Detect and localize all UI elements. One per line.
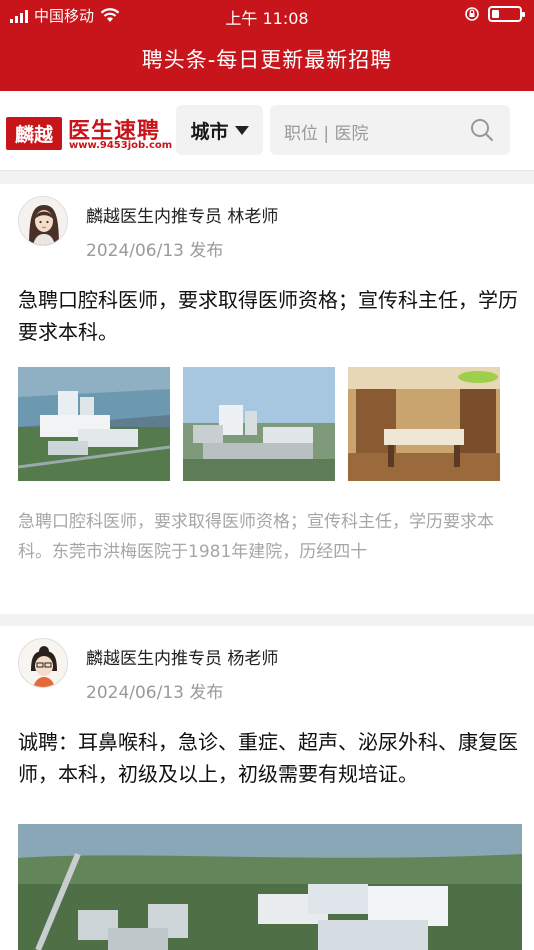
avatar[interactable] xyxy=(18,196,68,246)
logo-url: www.9453job.com xyxy=(69,140,173,151)
post-date: 2024/06/13 发布 xyxy=(86,241,224,261)
post-author: 麟越医生内推专员 林老师 xyxy=(86,207,279,227)
site-logo[interactable]: 麟越 医生速聘 www.9453job.com xyxy=(6,115,173,151)
search-placeholder: 职位 | 医院 xyxy=(284,124,369,144)
search-icon[interactable] xyxy=(470,118,494,142)
hospital-aerial-image[interactable] xyxy=(18,367,170,481)
status-bar: 中国移动 上午 11:08 xyxy=(0,0,534,30)
post-summary: 急聘口腔科医师，要求取得医师资格；宣传科主任，学历要求本科。东莞市洪梅医院于19… xyxy=(18,512,494,562)
logo-badge: 麟越 xyxy=(6,117,62,150)
city-selector[interactable]: 城市 xyxy=(176,105,263,155)
search-header: 麟越 医生速聘 www.9453job.com 城市 职位 | 医院 xyxy=(0,91,534,171)
search-box[interactable]: 职位 | 医院 xyxy=(270,105,510,155)
dropdown-triangle-icon xyxy=(234,125,249,135)
clock: 上午 11:08 xyxy=(225,9,309,28)
post-body: 诚聘：耳鼻喉科，急诊、重症、超声、泌尿外科、康复医师，本科，初级及以上，初级需要… xyxy=(18,730,518,786)
hospital-campus-image[interactable] xyxy=(183,367,335,481)
post-date: 2024/06/13 发布 xyxy=(86,683,224,703)
app-top-bar: 中国移动 上午 11:08 聘头条-每日更新最新招聘 xyxy=(0,0,534,91)
hospital-aerial-image[interactable] xyxy=(18,824,522,950)
page-title: 聘头条-每日更新最新招聘 xyxy=(141,48,393,72)
post-author: 麟越医生内推专员 杨老师 xyxy=(86,649,279,669)
avatar[interactable] xyxy=(18,638,68,688)
city-label: 城市 xyxy=(190,120,229,143)
post-body: 急聘口腔科医师，要求取得医师资格；宣传科主任，学历要求本科。 xyxy=(18,288,518,344)
post-card[interactable]: 麟越医生内推专员 林老师 2024/06/13 发布 急聘口腔科医师，要求取得医… xyxy=(0,184,534,614)
post-card[interactable]: 麟越医生内推专员 杨老师 2024/06/13 发布 诚聘：耳鼻喉科，急诊、重症… xyxy=(0,626,534,950)
orientation-lock-icon xyxy=(465,7,479,21)
battery-icon xyxy=(488,6,525,22)
post-image-gallery xyxy=(18,367,500,481)
library-room-image[interactable] xyxy=(348,367,500,481)
